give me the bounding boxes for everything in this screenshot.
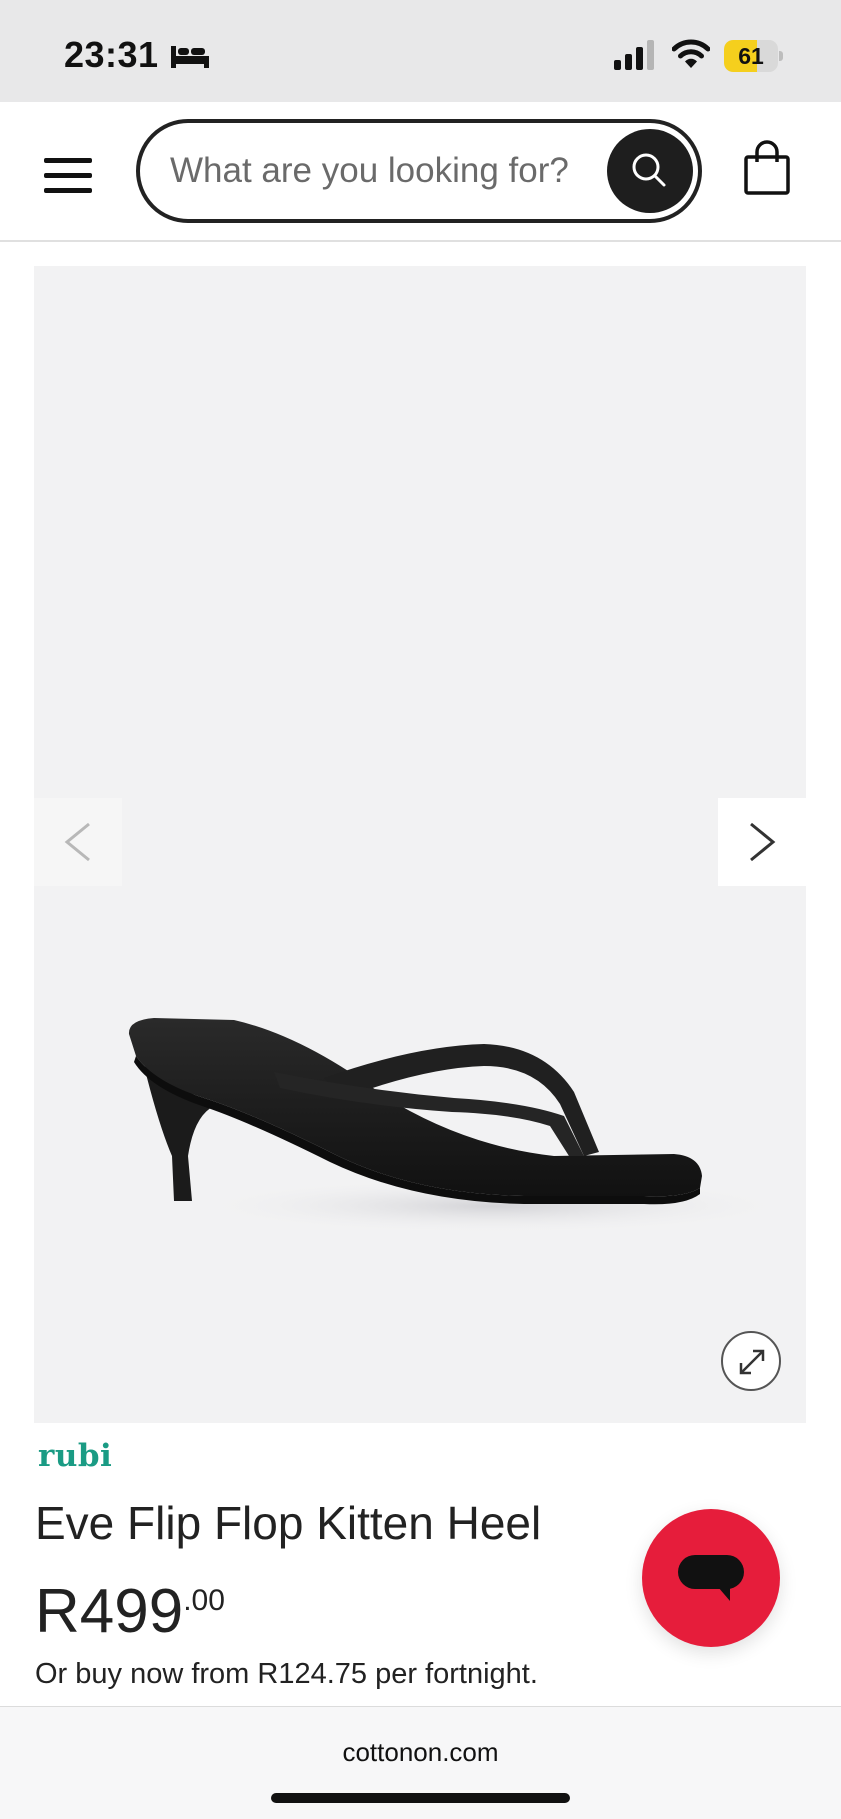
url-display[interactable]: cottonon.com — [0, 1737, 841, 1768]
search-button[interactable] — [607, 129, 693, 213]
product-title: Eve Flip Flop Kitten Heel — [35, 1497, 542, 1549]
battery-icon: 61 — [724, 40, 783, 72]
product-price: R499.00 — [35, 1576, 225, 1647]
brand-logo[interactable]: rubi — [38, 1438, 112, 1474]
hamburger-menu-icon[interactable] — [44, 158, 92, 194]
price-main: R499 — [35, 1577, 184, 1646]
expand-image-button[interactable] — [721, 1331, 781, 1391]
wifi-icon — [672, 39, 710, 68]
chat-button[interactable] — [642, 1509, 780, 1647]
shopping-bag-icon[interactable] — [742, 140, 792, 196]
chat-bubble-icon — [678, 1555, 744, 1601]
installment-text: Or buy now from R124.75 per fortnight. — [35, 1658, 538, 1690]
chevron-right-icon — [750, 822, 776, 862]
status-time: 23:31 — [64, 34, 159, 75]
browser-bottom-bar: cottonon.com — [0, 1706, 841, 1819]
search-bar — [136, 119, 702, 223]
expand-icon — [739, 1349, 765, 1375]
gallery-next-button[interactable] — [718, 798, 806, 886]
search-icon — [632, 153, 666, 187]
site-header — [0, 102, 841, 242]
price-cents: .00 — [183, 1584, 225, 1617]
status-bar: 23:31 61 — [0, 0, 841, 102]
product-image-gallery[interactable] — [34, 266, 806, 1423]
gallery-prev-button[interactable] — [34, 798, 122, 886]
chevron-left-icon — [64, 822, 90, 862]
signal-icon — [614, 40, 654, 70]
home-indicator[interactable] — [271, 1793, 570, 1803]
search-input[interactable] — [170, 143, 590, 199]
battery-percent: 61 — [738, 43, 764, 69]
bed-icon — [171, 46, 209, 68]
product-image-shoe — [128, 1018, 784, 1234]
